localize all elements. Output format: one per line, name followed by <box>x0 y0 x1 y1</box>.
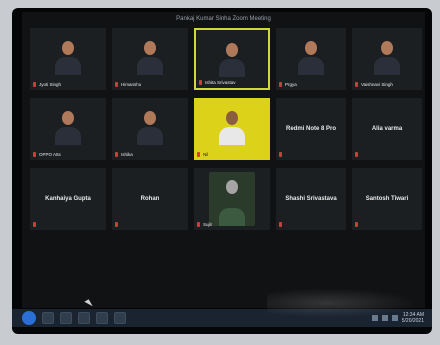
mic-muted-icon <box>199 80 202 85</box>
zoom-screen: Pankaj Kumar Sinha Zoom Meeting Jyoti Si… <box>22 12 425 309</box>
mic-muted-icon <box>33 82 36 87</box>
participant-name: Alia varma <box>371 126 403 132</box>
participant-name: Rohan <box>140 196 160 202</box>
mic-muted-icon <box>355 222 358 227</box>
participant-tile[interactable]: Jyoti Singh <box>30 28 106 90</box>
participant-tile[interactable]: Prgya <box>276 28 346 90</box>
participant-video <box>131 103 169 145</box>
taskbar-app-icon[interactable] <box>114 312 126 324</box>
window-title: Pankaj Kumar Sinha Zoom Meeting <box>176 16 271 22</box>
participant-video <box>213 35 251 77</box>
windows-start-icon[interactable] <box>22 311 36 325</box>
participant-name: Himanshu <box>121 82 142 87</box>
face-shape <box>144 110 156 125</box>
participant-tile[interactable]: Kanhaiya Gupta <box>30 168 106 230</box>
body-shape <box>219 208 245 226</box>
participant-tile[interactable]: Ishika <box>112 98 188 160</box>
zoom-icon[interactable] <box>96 312 108 324</box>
participant-name: OPPO A5s <box>39 152 61 157</box>
mic-muted-icon <box>279 82 282 87</box>
body-shape <box>374 56 400 75</box>
participant-tile[interactable]: Shashi Srivastava <box>276 168 346 230</box>
participant-name: Kanhaiya Gupta <box>45 196 91 202</box>
mic-muted-icon <box>115 82 118 87</box>
face-shape <box>226 110 238 125</box>
face-shape <box>226 42 238 57</box>
participant-name: Sujit <box>203 222 212 227</box>
screen-glare <box>267 288 417 318</box>
participant-grid: Jyoti Singh Himanshu Ishita Srivastav Pr… <box>30 28 422 268</box>
mic-muted-icon <box>115 152 118 157</box>
participant-tile-active[interactable]: Ishita Srivastav <box>194 28 270 90</box>
participant-name: Santosh Tiwari <box>365 196 409 202</box>
participant-name: Jyoti Singh <box>39 82 62 87</box>
participant-video <box>49 33 87 75</box>
participant-name: Prgya <box>285 82 297 87</box>
mouse-cursor-icon <box>84 299 93 309</box>
mic-muted-icon <box>355 152 358 157</box>
mic-muted-icon <box>115 222 118 227</box>
participant-tile[interactable]: Santosh Tiwari <box>352 168 422 230</box>
participant-tile[interactable]: Vaishnavi Singh <box>352 28 422 90</box>
participant-video <box>131 33 169 75</box>
body-shape <box>298 56 324 75</box>
face-shape <box>226 180 238 194</box>
participant-tile[interactable]: Rohan <box>112 168 188 230</box>
participant-tile[interactable]: Redmi Note 8 Pro <box>276 98 346 160</box>
mic-muted-icon <box>197 222 200 227</box>
mic-muted-icon <box>33 152 36 157</box>
body-shape <box>219 58 245 77</box>
participant-video <box>368 33 406 75</box>
body-shape <box>137 126 163 145</box>
participant-name: Vaishnavi Singh <box>361 82 393 87</box>
participant-video <box>213 103 251 145</box>
clock-date: 5/20/2021 <box>401 318 424 324</box>
body-shape <box>137 56 163 75</box>
participant-name: Nil <box>203 152 209 157</box>
participant-tile[interactable]: Nil <box>194 98 270 160</box>
face-shape <box>144 40 156 55</box>
face-shape <box>62 110 74 125</box>
photo-frame: Pankaj Kumar Sinha Zoom Meeting Jyoti Si… <box>0 0 440 345</box>
face-shape <box>381 40 393 55</box>
mic-muted-icon <box>33 222 36 227</box>
participant-tile[interactable]: Himanshu <box>112 28 188 90</box>
body-shape <box>55 56 81 75</box>
media-icon[interactable] <box>78 312 90 324</box>
participant-name: Ishita Srivastav <box>205 80 236 85</box>
participant-tile[interactable]: Sujit <box>194 168 270 230</box>
mic-muted-icon <box>279 152 282 157</box>
body-shape <box>55 126 81 145</box>
participant-name: Redmi Note 8 Pro <box>285 126 336 132</box>
participant-video <box>49 103 87 145</box>
face-shape <box>62 40 74 55</box>
participant-video <box>292 33 330 75</box>
participant-name: Shashi Srivastava <box>285 196 337 202</box>
browser-icon[interactable] <box>42 312 54 324</box>
body-shape <box>219 126 245 145</box>
taskbar-icons <box>22 311 126 325</box>
participant-video <box>209 172 255 226</box>
folder-icon[interactable] <box>60 312 72 324</box>
face-shape <box>305 40 317 55</box>
participant-tile[interactable]: Alia varma <box>352 98 422 160</box>
mic-muted-icon <box>279 222 282 227</box>
participant-tile[interactable]: OPPO A5s <box>30 98 106 160</box>
mic-muted-icon <box>197 152 200 157</box>
participant-name: Ishika <box>121 152 133 157</box>
mic-muted-icon <box>355 82 358 87</box>
monitor: Pankaj Kumar Sinha Zoom Meeting Jyoti Si… <box>12 8 432 334</box>
